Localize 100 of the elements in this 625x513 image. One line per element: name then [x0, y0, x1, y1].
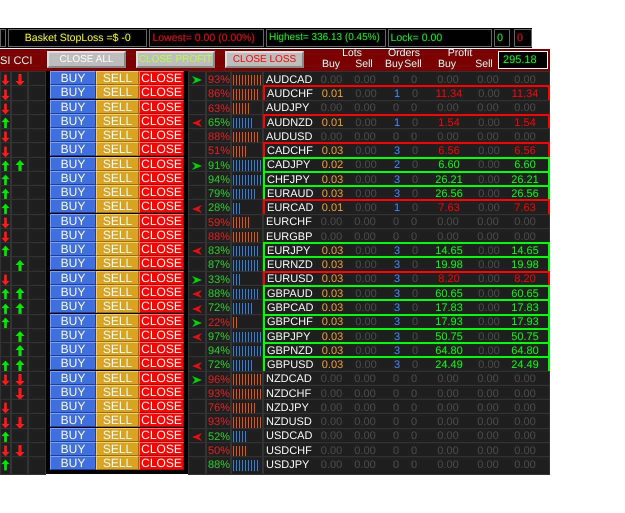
close-button[interactable]: CLOSE — [139, 270, 184, 285]
strength-percent: 93% — [208, 73, 230, 88]
buy-button[interactable]: BUY — [50, 256, 96, 270]
sell-button[interactable]: SELL — [96, 156, 139, 171]
lots-value: 0.03 — [320, 146, 344, 158]
close-button[interactable]: CLOSE — [139, 85, 184, 100]
buy-button[interactable]: BUY — [50, 156, 96, 171]
close-button[interactable]: CLOSE LOSS — [225, 51, 304, 68]
sell-button[interactable]: SELL — [96, 85, 139, 100]
column-header: Sell — [474, 58, 494, 70]
close-button[interactable]: CLOSE — [139, 356, 184, 370]
pair-name: EURAUD — [266, 188, 314, 200]
close-button[interactable]: CLOSE — [139, 242, 184, 256]
buy-button[interactable]: BUY — [50, 185, 96, 200]
sell-button[interactable]: SELL — [96, 199, 139, 214]
close-button[interactable]: CLOSE — [139, 413, 184, 428]
close-button[interactable]: CLOSE — [139, 114, 184, 128]
close-button[interactable]: CLOSE — [139, 185, 184, 200]
close-button[interactable]: CLOSE — [139, 170, 184, 185]
sell-button[interactable]: SELL — [96, 142, 139, 156]
buy-button[interactable]: BUY — [50, 100, 96, 114]
close-button[interactable]: CLOSE — [139, 199, 184, 214]
buy-button[interactable]: BUY — [50, 328, 96, 342]
buy-button[interactable]: BUY — [50, 270, 96, 285]
buy-button[interactable]: BUY — [50, 199, 96, 214]
close-button[interactable]: CLOSE — [139, 299, 184, 314]
sell-button[interactable]: SELL — [96, 256, 139, 270]
sell-button[interactable]: SELL — [96, 284, 139, 299]
buy-button[interactable]: BUY — [50, 428, 96, 442]
close-button[interactable]: CLOSE — [139, 370, 184, 385]
close-button[interactable]: CLOSE — [139, 71, 184, 85]
buy-button[interactable]: BUY — [50, 142, 96, 156]
sell-button[interactable]: SELL — [96, 399, 139, 414]
buy-button[interactable]: BUY — [50, 114, 96, 128]
profit-value: 14.65 — [434, 246, 464, 257]
sell-button[interactable]: SELL — [96, 242, 139, 256]
buy-button[interactable]: BUY — [50, 370, 96, 385]
stoploss-label: Basket StopLoss =$ -0 — [8, 29, 148, 47]
strength-percent: 93% — [208, 415, 230, 430]
strength-percent: 88% — [208, 286, 230, 302]
lots-value: 0.02 — [320, 160, 344, 172]
close-button[interactable]: CLOSE — [139, 142, 184, 156]
buy-button[interactable]: BUY — [50, 214, 96, 228]
close-button[interactable]: CLOSE — [139, 214, 184, 228]
sell-button[interactable]: SELL — [96, 456, 139, 470]
sell-button[interactable]: SELL — [96, 384, 139, 399]
sell-button[interactable]: SELL — [96, 356, 139, 370]
close-button[interactable]: CLOSE — [139, 228, 184, 242]
lock-label: Lock= 0.00 — [388, 29, 492, 47]
counter-label: 0 — [514, 29, 532, 47]
close-button[interactable]: CLOSE — [139, 399, 184, 414]
sell-button[interactable]: SELL — [96, 370, 139, 385]
sell-button[interactable]: SELL — [96, 228, 139, 242]
close-button[interactable]: CLOSE — [139, 156, 184, 171]
profit-value: 19.98 — [434, 260, 464, 272]
close-button[interactable]: CLOSE — [139, 328, 184, 342]
buy-button[interactable]: BUY — [50, 413, 96, 428]
sell-button[interactable]: SELL — [96, 428, 139, 442]
sell-button[interactable]: SELL — [96, 128, 139, 142]
sell-button[interactable]: SELL — [96, 71, 139, 85]
strength-percent: 65% — [208, 116, 230, 131]
close-button[interactable]: CLOSE — [139, 428, 184, 442]
close-button[interactable]: CLOSE — [139, 442, 184, 456]
sell-button[interactable]: SELL — [96, 185, 139, 200]
close-button[interactable]: CLOSE — [139, 456, 184, 470]
buy-button[interactable]: BUY — [50, 284, 96, 299]
buy-button[interactable]: BUY — [50, 299, 96, 314]
sell-button[interactable]: SELL — [96, 299, 139, 314]
buy-button[interactable]: BUY — [50, 170, 96, 185]
close-button[interactable]: CLOSE — [139, 342, 184, 356]
sell-button[interactable]: SELL — [96, 413, 139, 428]
close-button[interactable]: CLOSE — [139, 384, 184, 399]
buy-button[interactable]: BUY — [50, 228, 96, 242]
sell-button[interactable]: SELL — [96, 342, 139, 356]
sell-button[interactable]: SELL — [96, 314, 139, 328]
sell-button[interactable]: SELL — [96, 442, 139, 456]
strength-percent: 88% — [208, 458, 230, 474]
buy-button[interactable]: BUY — [50, 85, 96, 100]
buy-button[interactable]: BUY — [50, 442, 96, 456]
buy-button[interactable]: BUY — [50, 456, 96, 470]
close-button[interactable]: CLOSE — [139, 284, 184, 299]
buy-button[interactable]: BUY — [50, 242, 96, 256]
close-button[interactable]: CLOSE — [139, 128, 184, 142]
sell-button[interactable]: SELL — [96, 270, 139, 285]
sell-button[interactable]: SELL — [96, 214, 139, 228]
sell-button[interactable]: SELL — [96, 170, 139, 185]
buy-button[interactable]: BUY — [50, 128, 96, 142]
buy-button[interactable]: BUY — [50, 384, 96, 399]
close-button[interactable]: CLOSE — [139, 314, 184, 328]
sell-button[interactable]: SELL — [96, 100, 139, 114]
buy-button[interactable]: BUY — [50, 399, 96, 414]
sell-button[interactable]: SELL — [96, 328, 139, 342]
strength-percent: 72% — [208, 358, 230, 374]
close-button[interactable]: CLOSE — [139, 100, 184, 114]
close-button[interactable]: CLOSE — [139, 256, 184, 270]
buy-button[interactable]: BUY — [50, 342, 96, 356]
buy-button[interactable]: BUY — [50, 71, 96, 85]
sell-button[interactable]: SELL — [96, 114, 139, 128]
buy-button[interactable]: BUY — [50, 314, 96, 328]
buy-button[interactable]: BUY — [50, 356, 96, 370]
